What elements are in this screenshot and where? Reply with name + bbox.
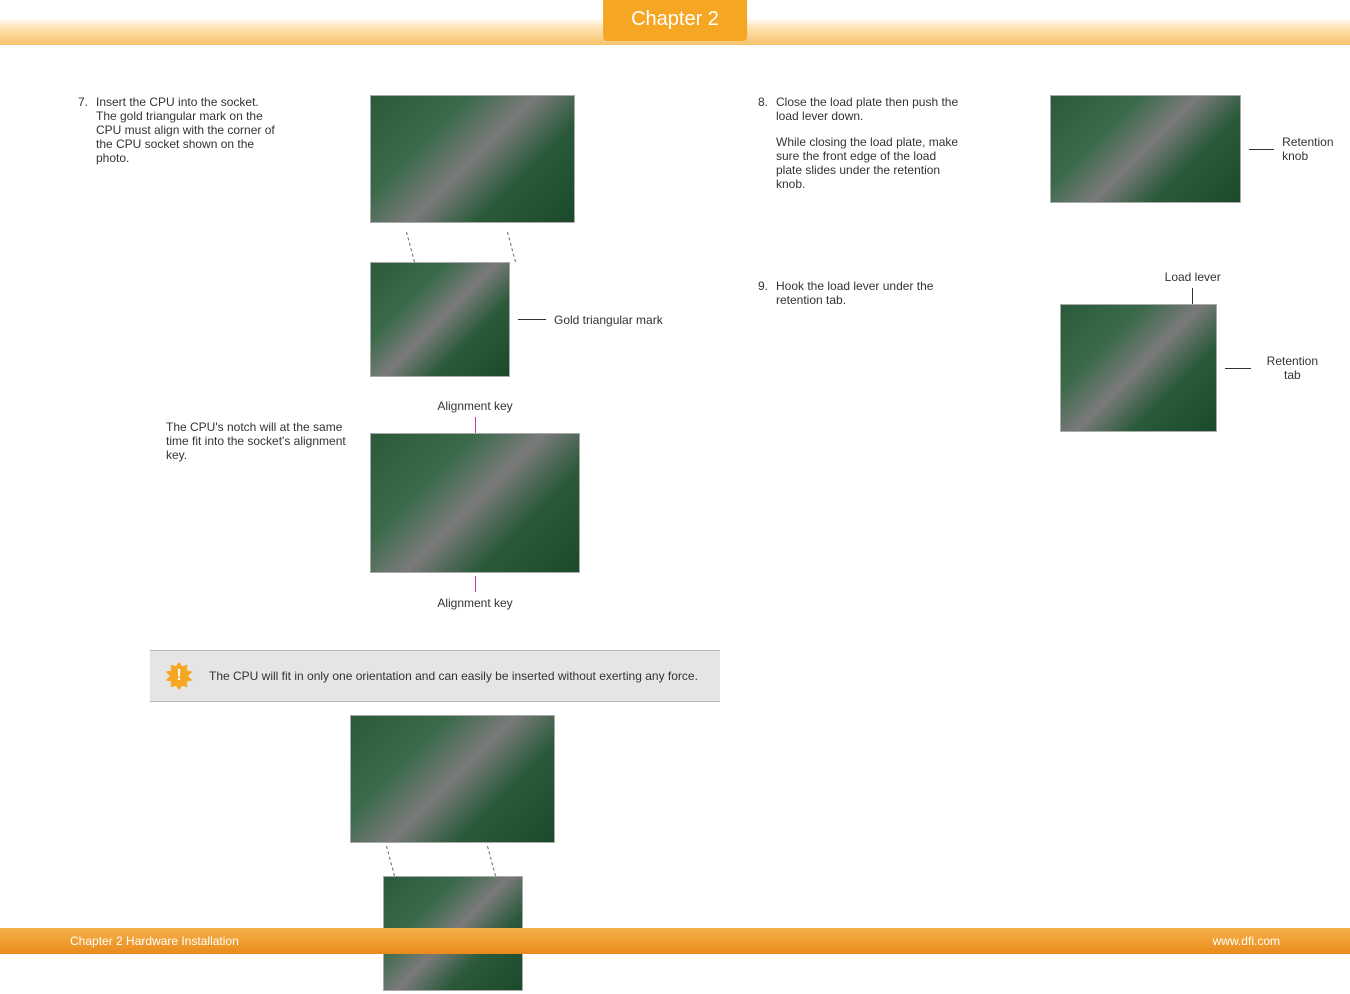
burst-icon: ! — [165, 662, 193, 690]
footer-right: www.dfi.com — [1213, 934, 1280, 948]
figure-alignment: Alignment key Alignment key — [370, 395, 580, 614]
figure-step8: Retention knob — [1050, 95, 1350, 203]
step-subtext: While closing the load plate, make sure … — [776, 135, 961, 191]
cpu-corner-detail-photo — [370, 262, 510, 377]
chapter-tab: Chapter 2 — [603, 0, 747, 41]
step-number: 8. — [750, 95, 768, 109]
pointer-line-icon — [475, 417, 476, 433]
zoom-indicator — [370, 232, 663, 262]
warning-icon: ! — [164, 661, 194, 691]
step-number: 9. — [750, 279, 768, 293]
figure-step7: Gold triangular mark — [370, 95, 663, 377]
step-text: Hook the load lever under the retention … — [776, 279, 966, 307]
zoom-indicator — [350, 846, 555, 876]
load-plate-photo — [1050, 95, 1241, 203]
figure-step9: Load lever Retention tab — [1060, 270, 1325, 432]
page-body: 7. Insert the CPU into the socket. The g… — [0, 45, 1350, 95]
page-footer: Chapter 2 Hardware Installation www.dfi.… — [0, 928, 1350, 954]
pointer-line-icon — [475, 576, 476, 592]
load-lever-photo — [1060, 304, 1217, 432]
load-lever-label: Load lever — [1060, 270, 1325, 284]
notch-text: The CPU's notch will at the same time fi… — [166, 420, 356, 462]
pointer-line-icon — [1192, 288, 1193, 304]
gold-mark-label: Gold triangular mark — [554, 313, 663, 327]
retention-tab-label: Retention tab — [1259, 354, 1325, 382]
step-text: Close the load plate then push the load … — [776, 95, 966, 123]
step-number: 7. — [70, 95, 88, 109]
footer-left: Chapter 2 Hardware Installation — [70, 934, 239, 948]
important-note: ! The CPU will fit in only one orientati… — [150, 650, 720, 702]
note-text: The CPU will fit in only one orientation… — [209, 669, 698, 683]
cpu-alignment-photo — [370, 433, 580, 573]
page-header: Chapter 2 — [0, 0, 1350, 45]
step-text: Insert the CPU into the socket. The gold… — [96, 95, 281, 165]
left-column: 7. Insert the CPU into the socket. The g… — [70, 95, 670, 190]
callout-line — [518, 319, 546, 320]
retention-knob-label: Retention knob — [1282, 135, 1350, 163]
cpu-inserted-photo — [350, 715, 555, 843]
alignment-label-top: Alignment key — [370, 399, 580, 413]
alignment-label-bottom: Alignment key — [370, 596, 580, 610]
cpu-socket-photo — [370, 95, 575, 223]
right-column: 8. Close the load plate then push the lo… — [750, 95, 1310, 332]
callout-line — [1225, 368, 1251, 369]
callout-line — [1249, 149, 1274, 150]
